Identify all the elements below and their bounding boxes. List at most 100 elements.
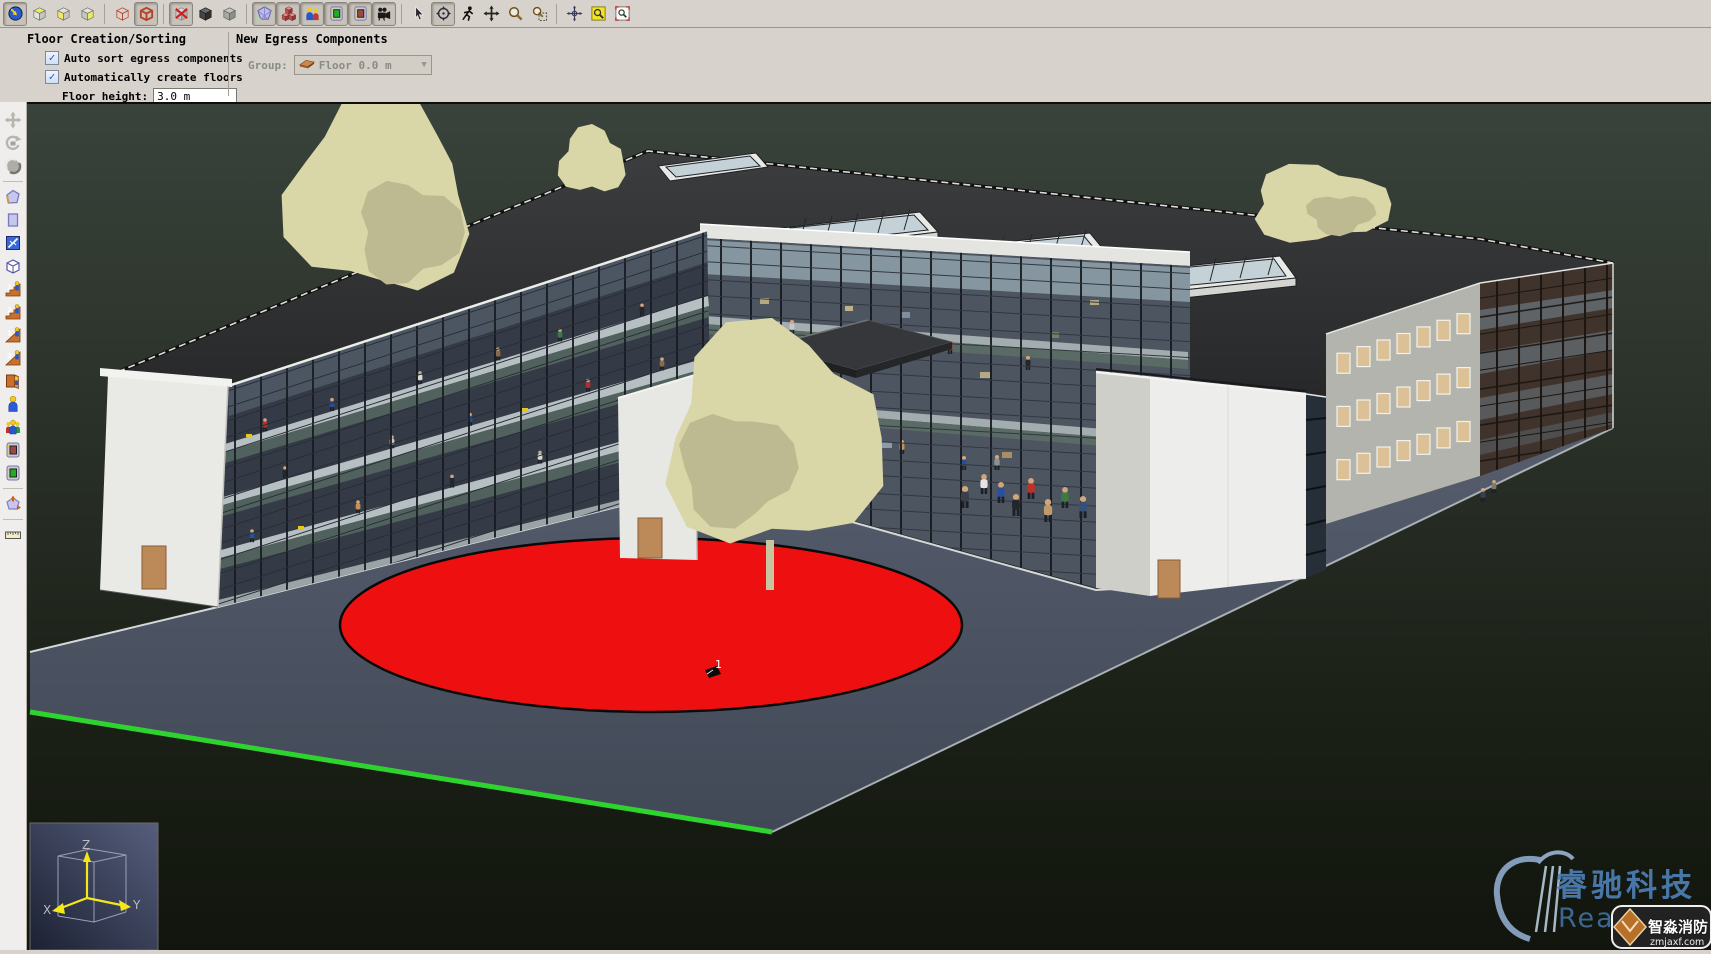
sidebar-add-exit-button[interactable] xyxy=(2,462,24,484)
sidebar-add-ramp-one-floor-button[interactable]: 1 xyxy=(2,324,24,346)
floor-creation-panel: Floor Creation/Sorting ✓ Auto sort egres… xyxy=(27,32,243,104)
toolbar-zoom-tool-button[interactable] xyxy=(503,2,527,26)
sidebar-measure-tool-button[interactable] xyxy=(2,524,24,546)
sidebar-separator xyxy=(3,181,23,182)
toolbar-zoom-select-tool-button[interactable] xyxy=(527,2,551,26)
toolbar-separator xyxy=(401,4,402,24)
orbit-icon xyxy=(435,5,452,22)
toolbar-show-solid-geometry-button[interactable] xyxy=(193,2,217,26)
sidebar-orbit-mode-button xyxy=(2,155,24,177)
door xyxy=(142,546,166,589)
door xyxy=(638,518,662,558)
pan-icon xyxy=(483,5,500,22)
badge: 智淼消防 zmjaxf.com xyxy=(1612,906,1711,948)
auto-create-floors-label: Automatically create floors xyxy=(64,71,243,84)
axis-z-label: Z xyxy=(82,838,90,852)
group-dropdown[interactable]: Floor 0.0 m ▼ xyxy=(294,55,432,75)
svg-text:1: 1 xyxy=(7,284,12,292)
toolbar-show-obstacles-button[interactable] xyxy=(276,2,300,26)
dropdown-arrow-icon: ▼ xyxy=(421,60,426,70)
sidebar-add-stair-one-floor-button[interactable]: 1 xyxy=(2,278,24,300)
toolbar-show-doors-button[interactable] xyxy=(348,2,372,26)
sidebar-add-occupant-group-button[interactable] xyxy=(2,416,24,438)
sidebar-add-obstruction-button[interactable] xyxy=(2,255,24,277)
toolbar-pan-tool-button[interactable] xyxy=(479,2,503,26)
auto-sort-checkbox[interactable]: ✓ xyxy=(45,51,59,65)
sidebar-add-stair-two-floor-button[interactable]: 2 xyxy=(2,301,24,323)
toolbar-separator xyxy=(104,4,105,24)
sidebar-add-door-button[interactable] xyxy=(2,439,24,461)
main-toolbar xyxy=(0,0,1711,28)
sidebar-add-polygon-room-button[interactable] xyxy=(2,186,24,208)
door-person-icon xyxy=(4,372,22,390)
floor-slab-icon xyxy=(299,55,315,75)
floor-extract-icon xyxy=(4,495,22,513)
toolbar-separator xyxy=(556,4,557,24)
measure-icon xyxy=(4,234,22,252)
move-gray-icon xyxy=(4,111,22,129)
badge-domain: zmjaxf.com xyxy=(1650,937,1704,948)
toolbar-zoom-extents-button[interactable] xyxy=(586,2,610,26)
toolbar-reset-view-button[interactable] xyxy=(562,2,586,26)
door-red-icon xyxy=(4,441,22,459)
zoom-box-icon xyxy=(614,5,631,22)
sidebar-move-mode-button xyxy=(2,109,24,131)
sidebar-add-rectangle-room-button[interactable] xyxy=(2,209,24,231)
cube-x-icon xyxy=(173,5,190,22)
right-stair-tower xyxy=(1096,369,1306,598)
sidebar-add-ramp-two-floor-button[interactable]: 2 xyxy=(2,347,24,369)
egress-red-zone[interactable] xyxy=(340,538,962,712)
ruler-icon xyxy=(4,526,22,544)
toolbar-hide-obstructions-button[interactable] xyxy=(169,2,193,26)
sidebar-add-occupant-button[interactable] xyxy=(2,393,24,415)
badge-title: 智淼消防 xyxy=(1648,918,1708,936)
panel-divider xyxy=(228,32,229,96)
tool-panels: Floor Creation/Sorting ✓ Auto sort egres… xyxy=(0,28,1711,103)
toolbar-separator xyxy=(163,4,164,24)
toolbar-show-cameras-button[interactable] xyxy=(372,2,396,26)
svg-text:2: 2 xyxy=(7,353,12,361)
floor-creation-title: Floor Creation/Sorting xyxy=(27,32,243,46)
toolbar-show-occupants-button[interactable] xyxy=(300,2,324,26)
zoom-select-icon xyxy=(531,5,548,22)
toolbar-show-navigation-mesh-button[interactable] xyxy=(252,2,276,26)
new-egress-panel: New Egress Components Group: Floor 0.0 m… xyxy=(236,32,432,75)
cube-dark-icon xyxy=(197,5,214,22)
cube-side-icon xyxy=(79,5,96,22)
people-group-icon xyxy=(4,418,22,436)
mesh-icon xyxy=(256,5,273,22)
toolbar-view-front-button[interactable] xyxy=(51,2,75,26)
stairs-2-icon: 2 xyxy=(4,303,22,321)
toolbar-select-tool-button[interactable] xyxy=(407,2,431,26)
auto-create-floors-checkbox[interactable]: ✓ xyxy=(45,70,59,84)
ramp-1-icon: 1 xyxy=(4,326,22,344)
sidebar-add-elevator-button[interactable] xyxy=(2,370,24,392)
brand-cn: 睿驰科技 xyxy=(1556,868,1696,904)
toolbar-select-object-button[interactable] xyxy=(3,2,27,26)
toolbar-orbit-tool-button[interactable] xyxy=(431,2,455,26)
toolbar-show-transparent-geometry-button[interactable] xyxy=(217,2,241,26)
toolbar-separator xyxy=(246,4,247,24)
sidebar-extract-floor-button[interactable] xyxy=(2,493,24,515)
auto-sort-label: Auto sort egress components xyxy=(64,52,243,65)
door-green-icon xyxy=(4,464,22,482)
runner-icon xyxy=(459,5,476,22)
toolbar-view-side-button[interactable] xyxy=(75,2,99,26)
cube-top-icon xyxy=(31,5,48,22)
sidebar-add-thin-wall-button[interactable] xyxy=(2,232,24,254)
toolbar-walkthrough-tool-button[interactable] xyxy=(455,2,479,26)
sidebar-separator xyxy=(3,488,23,489)
zoom-extents-icon xyxy=(590,5,607,22)
viewport-3d[interactable]: 1 Z Y X 睿驰科技 Reachsoft xyxy=(27,104,1711,950)
door-green-icon xyxy=(328,5,345,22)
toolbar-solid-view-button[interactable] xyxy=(134,2,158,26)
toolbar-show-exits-button[interactable] xyxy=(324,2,348,26)
tower-glass-strip xyxy=(1306,394,1326,578)
toolbar-zoom-box-button[interactable] xyxy=(610,2,634,26)
toolbar-view-top-button[interactable] xyxy=(27,2,51,26)
new-egress-title: New Egress Components xyxy=(236,32,432,46)
toolbar-wireframe-view-button[interactable] xyxy=(110,2,134,26)
axis-y-label: Y xyxy=(132,898,141,912)
svg-text:1: 1 xyxy=(7,330,12,338)
axis-gizmo: Z Y X xyxy=(30,823,158,950)
